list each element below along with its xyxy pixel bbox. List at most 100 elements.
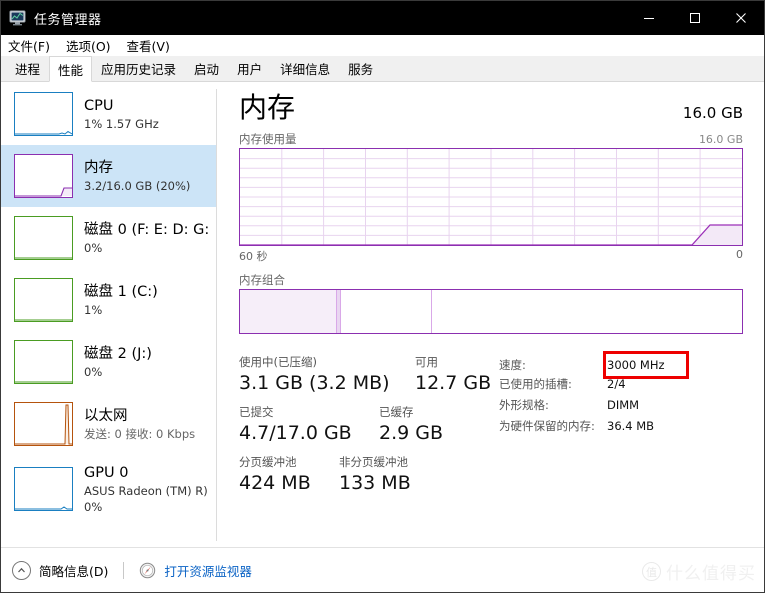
disk-2-thumbnail-graph: [14, 340, 73, 384]
sidebar-item-disk-2[interactable]: 磁盘 2 (J:) 0%: [1, 331, 216, 393]
task-manager-icon: [9, 9, 27, 27]
total-memory-value: 16.0 GB: [682, 104, 743, 122]
stat-committed-value: 4.7/17.0 GB: [239, 422, 352, 444]
sidebar-item-ethernet-title: 以太网: [84, 407, 128, 424]
stat-cached-value: 2.9 GB: [379, 422, 444, 444]
composition-segment-standby: [341, 290, 431, 333]
stat-available: 可用 12.7 GB: [415, 355, 491, 396]
detail-hardware-reserved: 为硬件保留的内存: 36.4 MB: [499, 418, 654, 436]
pane-header: 内存 16.0 GB: [239, 91, 743, 125]
tab-processes[interactable]: 进程: [6, 56, 49, 81]
stat-available-label: 可用: [415, 355, 438, 369]
stat-nonpaged-pool-label: 非分页缓冲池: [339, 455, 408, 469]
detail-slots-used-label: 已使用的插槽:: [499, 377, 572, 391]
stat-in-use: 使用中(已压缩) 3.1 GB (3.2 MB): [239, 355, 390, 396]
tab-services[interactable]: 服务: [339, 56, 382, 81]
tab-startup[interactable]: 启动: [185, 56, 228, 81]
resource-monitor-icon: [139, 562, 156, 579]
sidebar-item-cpu[interactable]: CPU 1% 1.57 GHz: [1, 83, 216, 145]
memory-composition-bar[interactable]: [239, 289, 743, 334]
fewer-details-button[interactable]: 简略信息(D): [39, 561, 108, 580]
stat-nonpaged-pool-value: 133 MB: [339, 472, 411, 494]
ethernet-thumbnail-graph: [14, 402, 73, 446]
tab-performance[interactable]: 性能: [49, 56, 93, 82]
minimize-button[interactable]: [626, 1, 672, 35]
sidebar-item-memory-sub: 3.2/16.0 GB (20%): [84, 178, 191, 193]
watermark-text: 什么值得买: [666, 564, 756, 584]
sidebar-item-gpu-0-sub: ASUS Radeon (TM) R): [84, 483, 208, 498]
sidebar-item-disk-2-sub: 0%: [84, 364, 103, 379]
performance-sidebar[interactable]: CPU 1% 1.57 GHz 内存 3.2/16.0 GB (20%) 磁盘 …: [1, 83, 216, 547]
sidebar-item-ethernet[interactable]: 以太网 发送: 0 接收: 0 Kbps: [1, 393, 216, 455]
sidebar-item-cpu-text: CPU 1% 1.57 GHz: [84, 97, 159, 132]
graph-caption: 内存使用量: [239, 132, 297, 146]
menu-bar: 文件(F) 选项(O) 查看(V): [1, 35, 764, 56]
detail-form-factor-value: DIMM: [607, 398, 640, 412]
stat-cached: 已缓存 2.9 GB: [379, 405, 443, 446]
detail-form-factor: 外形规格: DIMM: [499, 397, 639, 415]
chevron-up-icon[interactable]: [12, 560, 31, 580]
sidebar-item-gpu-0-title: GPU 0: [84, 464, 129, 481]
memory-detail-pane: 内存 16.0 GB 内存使用量 16.0 GB 60 秒 0 内存组合 使用中…: [217, 83, 764, 547]
page-title: 内存: [239, 91, 296, 124]
menu-file[interactable]: 文件(F): [8, 36, 50, 55]
detail-speed: 速度: 3000 MHz: [499, 357, 665, 375]
tab-strip: 进程 性能 应用历史记录 启动 用户 详细信息 服务: [1, 56, 764, 82]
stat-in-use-label: 使用中(已压缩): [239, 355, 317, 369]
gpu-0-thumbnail-graph: [14, 467, 73, 511]
sidebar-item-gpu-0[interactable]: GPU 0 ASUS Radeon (TM) R) 0%: [1, 455, 216, 523]
menu-options[interactable]: 选项(O): [66, 36, 111, 55]
window-title: 任务管理器: [34, 12, 102, 28]
sidebar-item-disk-1-sub: 1%: [84, 302, 103, 317]
stat-paged-pool: 分页缓冲池 424 MB: [239, 455, 311, 496]
close-button[interactable]: [718, 1, 764, 35]
tab-app-history[interactable]: 应用历史记录: [92, 56, 185, 81]
disk-0-thumbnail-graph: [14, 216, 73, 260]
stat-paged-pool-value: 424 MB: [239, 472, 311, 494]
open-resource-monitor-link[interactable]: 打开资源监视器: [164, 561, 252, 580]
maximize-button[interactable]: [672, 1, 718, 35]
sidebar-item-memory[interactable]: 内存 3.2/16.0 GB (20%): [1, 145, 216, 207]
sidebar-item-memory-text: 内存 3.2/16.0 GB (20%): [84, 159, 190, 194]
sidebar-item-disk-0-sub: 0%: [84, 240, 103, 255]
sidebar-item-gpu-0-sub2: 0%: [84, 499, 103, 514]
stat-paged-pool-label: 分页缓冲池: [239, 455, 297, 469]
sidebar-item-disk-0[interactable]: 磁盘 0 (F: E: D: G: 0%: [1, 207, 216, 269]
sidebar-item-memory-title: 内存: [84, 159, 113, 176]
cpu-thumbnail-graph: [14, 92, 73, 136]
task-manager-window: 任务管理器 文件(F) 选项(O) 查看(V) 进程 性能 应用历史记录 启动 …: [0, 0, 765, 593]
tab-details[interactable]: 详细信息: [271, 56, 339, 81]
memory-usage-graph[interactable]: [239, 148, 743, 246]
detail-slots-used-value: 2/4: [607, 377, 626, 391]
stat-in-use-value: 3.1 GB (3.2 MB): [239, 372, 390, 394]
detail-hardware-reserved-value: 36.4 MB: [607, 419, 655, 433]
window-controls: [626, 1, 764, 35]
composition-caption: 内存组合: [239, 273, 285, 287]
menu-view[interactable]: 查看(V): [127, 36, 170, 55]
detail-form-factor-label: 外形规格:: [499, 398, 549, 412]
composition-segment-free: [432, 290, 742, 333]
graph-axis-right: 0: [736, 248, 743, 261]
sidebar-item-disk-1-title: 磁盘 1 (C:): [84, 283, 158, 300]
memory-thumbnail-graph: [14, 154, 73, 198]
disk-1-thumbnail-graph: [14, 278, 73, 322]
watermark: 值 什么值得买: [642, 559, 756, 584]
stat-cached-label: 已缓存: [379, 405, 414, 419]
memory-stats: 使用中(已压缩) 3.1 GB (3.2 MB) 可用 12.7 GB 已提交 …: [239, 351, 751, 505]
stat-committed-label: 已提交: [239, 405, 274, 419]
sidebar-item-cpu-title: CPU: [84, 97, 114, 114]
sidebar-item-ethernet-sub: 发送: 0 接收: 0 Kbps: [84, 426, 196, 441]
footer-divider: [123, 561, 125, 579]
composition-segment-in-use: [240, 290, 336, 333]
stat-available-value: 12.7 GB: [415, 372, 492, 394]
title-bar: 任务管理器: [1, 1, 764, 35]
detail-speed-label: 速度:: [499, 358, 526, 372]
stat-nonpaged-pool: 非分页缓冲池 133 MB: [339, 455, 411, 496]
graph-caption-row: 内存使用量 16.0 GB: [239, 131, 743, 147]
sidebar-item-disk-2-text: 磁盘 2 (J:) 0%: [84, 345, 152, 380]
tab-users[interactable]: 用户: [228, 56, 271, 81]
stat-committed: 已提交 4.7/17.0 GB: [239, 405, 352, 446]
sidebar-item-disk-1[interactable]: 磁盘 1 (C:) 1%: [1, 269, 216, 331]
sidebar-item-ethernet-text: 以太网 发送: 0 接收: 0 Kbps: [84, 407, 195, 442]
detail-slots-used: 已使用的插槽: 2/4: [499, 376, 626, 394]
